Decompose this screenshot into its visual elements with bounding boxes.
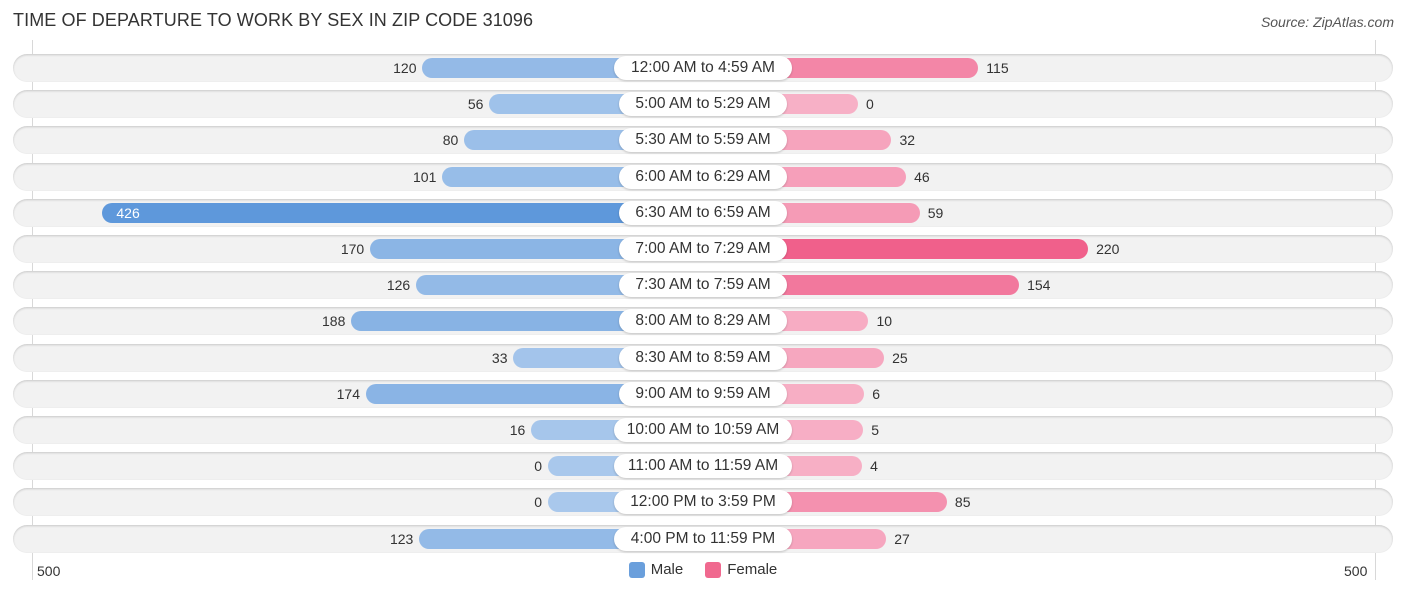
category-label: 4:00 PM to 11:59 PM	[614, 526, 792, 551]
legend: Male Female	[0, 561, 1406, 578]
male-value-label: 16	[509, 422, 526, 438]
female-value-label: 10	[876, 313, 893, 330]
male-value-label: 33	[491, 349, 508, 366]
category-label: 12:00 AM to 4:59 AM	[614, 56, 792, 80]
male-value-label: 426	[116, 204, 140, 221]
female-value-label: 0	[866, 96, 874, 113]
category-label: 12:00 PM to 3:59 PM	[614, 490, 792, 515]
legend-label-male: Male	[650, 561, 684, 578]
legend-item-female: Female	[705, 561, 777, 578]
category-label: 10:00 AM to 10:59 AM	[614, 418, 792, 442]
female-value-label: 32	[899, 132, 916, 149]
female-value-label: 46	[914, 168, 930, 185]
category-label: 9:00 AM to 9:59 AM	[619, 381, 787, 406]
category-label: 7:00 AM to 7:29 AM	[619, 237, 787, 261]
male-value-label: 101	[413, 168, 437, 185]
legend-item-male: Male	[628, 561, 684, 578]
category-label: 5:00 AM to 5:29 AM	[619, 92, 787, 117]
male-swatch	[628, 561, 645, 578]
female-value-label: 59	[927, 204, 944, 221]
female-value-label: 25	[892, 349, 908, 366]
category-label: 6:30 AM to 6:59 AM	[619, 200, 787, 225]
male-value-label: 188	[322, 313, 346, 330]
female-value-label: 6	[872, 385, 881, 402]
male-value-label: 174	[336, 385, 360, 402]
female-value-label: 5	[871, 422, 880, 438]
category-label: 7:30 AM to 7:59 AM	[619, 273, 787, 298]
female-swatch	[705, 561, 722, 578]
male-value-label: 0	[534, 458, 542, 475]
female-value-label: 220	[1096, 241, 1120, 257]
male-value-label: 126	[386, 277, 411, 294]
male-bar	[102, 202, 703, 223]
male-value-label: 56	[467, 96, 484, 113]
category-label: 11:00 AM to 11:59 AM	[614, 454, 792, 479]
category-label: 6:00 AM to 6:29 AM	[619, 164, 787, 189]
source-label: Source: ZipAtlas.com	[1260, 14, 1394, 30]
male-value-label: 80	[442, 132, 459, 149]
category-label: 5:30 AM to 5:59 AM	[619, 128, 787, 153]
female-value-label: 115	[986, 60, 1009, 76]
male-value-label: 170	[340, 241, 365, 257]
category-label: 8:30 AM to 8:59 AM	[619, 345, 787, 370]
legend-label-female: Female	[727, 561, 778, 578]
male-value-label: 123	[389, 530, 414, 547]
female-value-label: 85	[954, 494, 971, 511]
male-value-label: 120	[393, 60, 417, 76]
female-value-label: 4	[870, 458, 878, 475]
male-value-label: 0	[534, 494, 542, 511]
female-value-label: 154	[1027, 277, 1051, 294]
chart-title: TIME OF DEPARTURE TO WORK BY SEX IN ZIP …	[13, 10, 534, 30]
female-value-label: 27	[894, 530, 910, 547]
category-label: 8:00 AM to 8:29 AM	[619, 309, 787, 334]
